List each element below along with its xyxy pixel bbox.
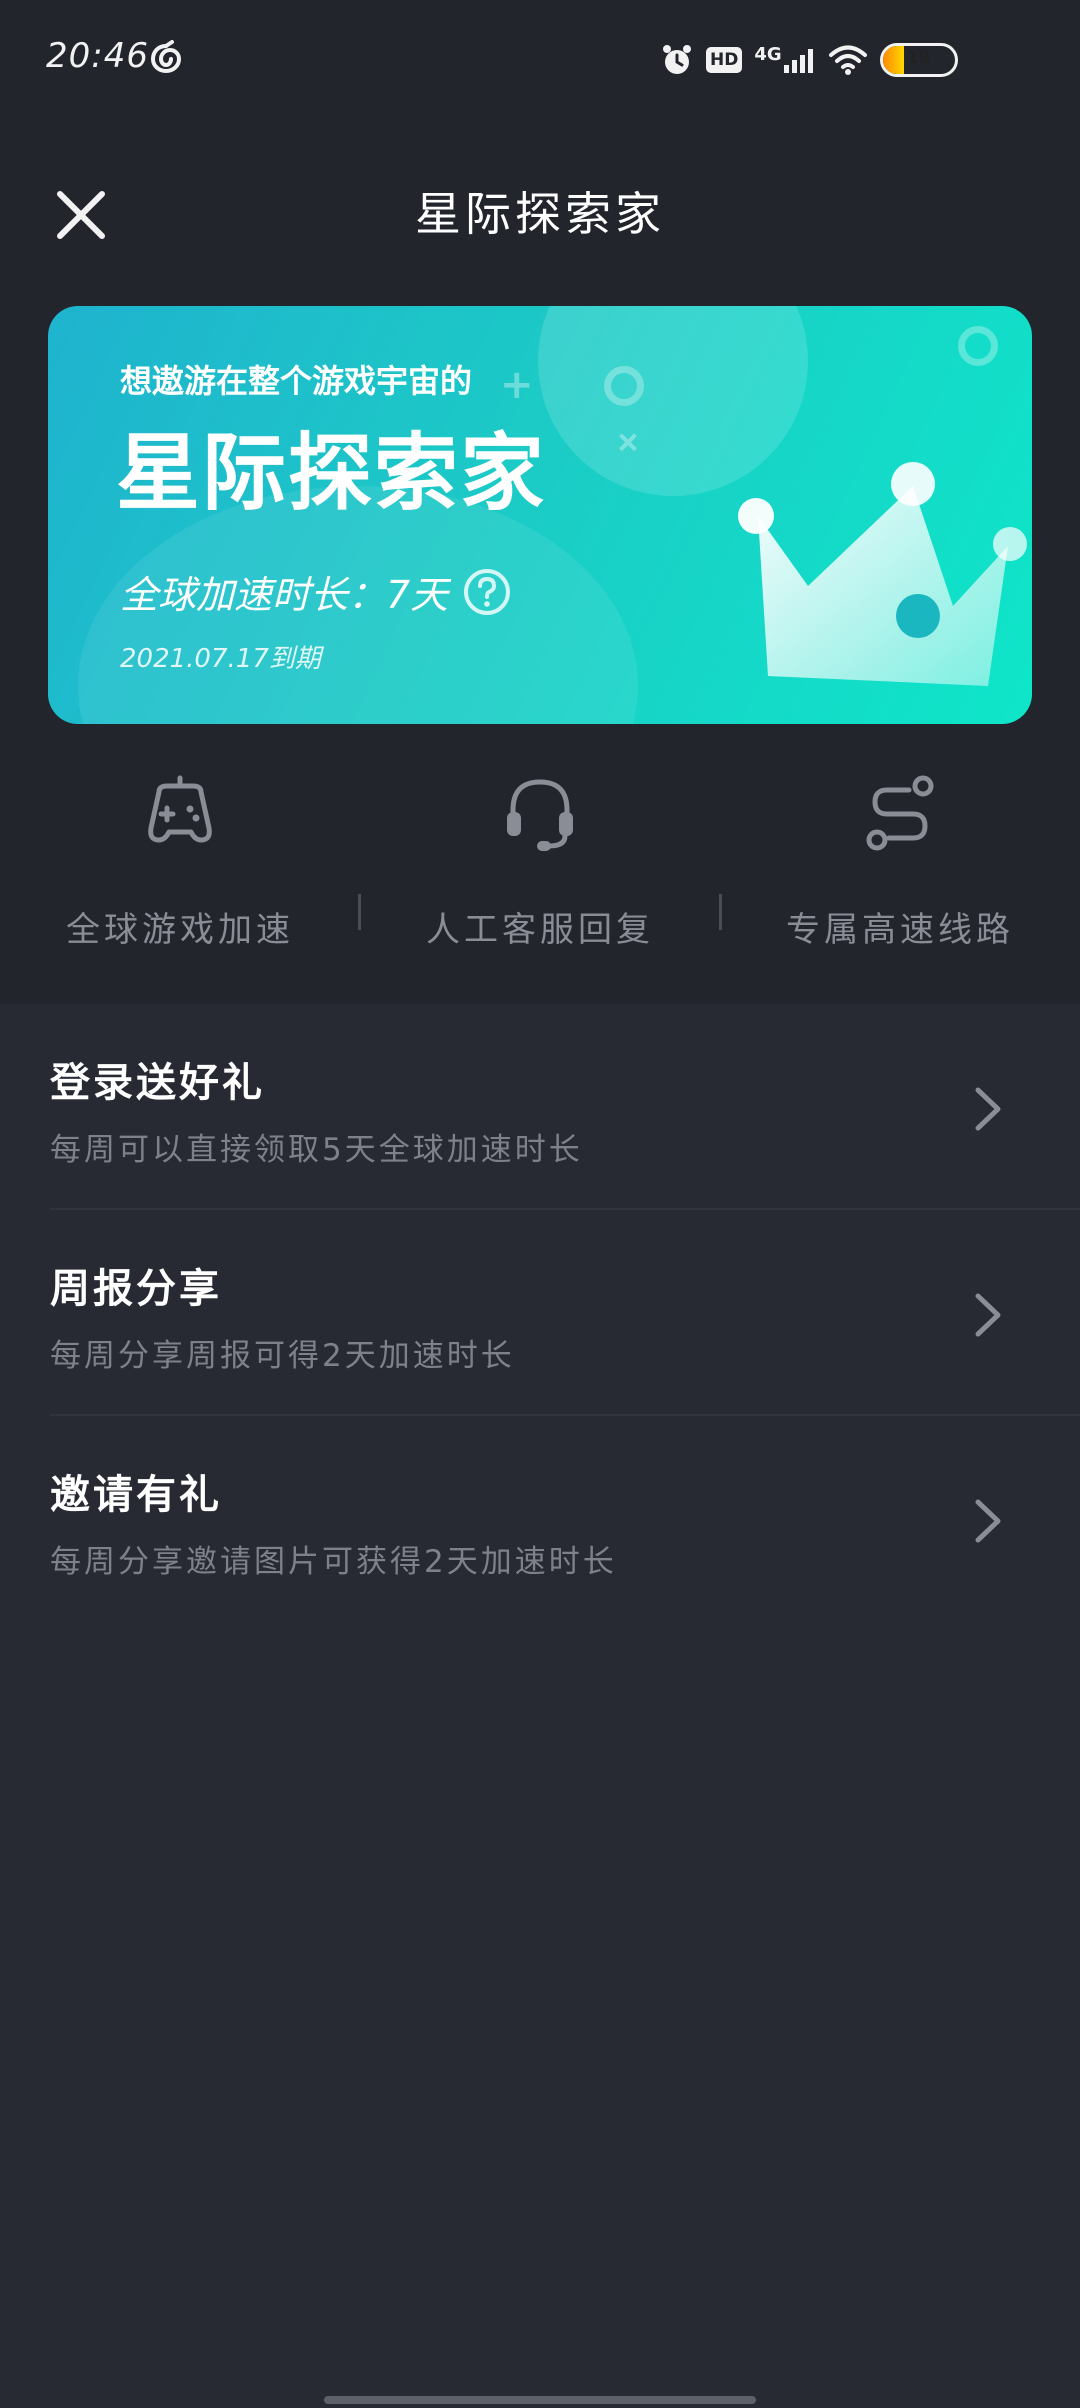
acceleration-duration: 全球加速时长：7天 (120, 564, 512, 619)
question-circle-icon[interactable] (462, 567, 512, 617)
feature-global-acceleration: 全球游戏加速 (0, 770, 360, 950)
page-title: 星际探索家 (415, 187, 665, 241)
alarm-clock-icon (663, 45, 691, 74)
wifi-icon (828, 45, 867, 75)
list-item-invite-gift[interactable]: 邀请有礼 每周分享邀请图片可获得2天加速时长 (0, 1416, 1080, 1622)
status-bar: 20:46 HD 4G 19 (0, 0, 1080, 120)
cell-signal: 4G (754, 44, 815, 73)
battery-indicator: 19 (879, 43, 958, 77)
status-time: 20:46 (46, 36, 149, 76)
chevron-right-icon (975, 1087, 1001, 1131)
ring-decoration (958, 326, 998, 366)
crown-icon (738, 462, 1027, 686)
list-item-login-gift[interactable]: 登录送好礼 每周可以直接领取5天全球加速时长 (0, 1004, 1080, 1210)
banner-subtitle: 想遨游在整个游戏宇宙的 (120, 362, 473, 400)
feature-label: 人工客服回复 (426, 910, 654, 950)
ring-decoration (604, 366, 644, 406)
battery-text: 19 (906, 48, 931, 68)
list-item-desc: 每周分享邀请图片可获得2天加速时长 (50, 1544, 617, 1580)
list-item-weekly-share[interactable]: 周报分享 每周分享周报可得2天加速时长 (0, 1210, 1080, 1416)
duration-text: 全球加速时长：7天 (120, 573, 449, 617)
feature-list: 全球游戏加速 人工客服回复 专属高速线路 (0, 770, 1080, 950)
list-item-title: 登录送好礼 (50, 1060, 265, 1106)
headset-icon (507, 779, 573, 851)
expiry-date: 2021.07.17到期 (120, 644, 321, 674)
route-icon (866, 775, 934, 851)
list-item-title: 邀请有礼 (50, 1472, 222, 1518)
chevron-right-icon (975, 1499, 1001, 1543)
weibo-swirl-icon (150, 40, 182, 74)
chevron-right-icon (975, 1293, 1001, 1337)
reward-list: 登录送好礼 每周可以直接领取5天全球加速时长 周报分享 每周分享周报可得2天加速… (0, 1004, 1080, 1622)
plus-decoration: + (500, 362, 534, 408)
header: 星际探索家 (0, 150, 1080, 270)
banner-title: 星际探索家 (116, 424, 547, 522)
list-item-desc: 每周分享周报可得2天加速时长 (50, 1338, 515, 1374)
feature-label: 专属高速线路 (786, 910, 1014, 950)
list-item-desc: 每周可以直接领取5天全球加速时长 (50, 1132, 583, 1168)
signal-bars-icon (783, 49, 813, 73)
home-indicator[interactable] (324, 2396, 756, 2404)
status-icons: HD 4G 19 (660, 38, 958, 82)
list-item-title: 周报分享 (50, 1266, 222, 1312)
feature-dedicated-route: 专属高速线路 (720, 770, 1080, 950)
membership-banner: + + 想遨游在整个游戏宇宙的 星际探索家 全球加速时长：7天 2021.07.… (48, 306, 1032, 724)
hd-badge: HD (706, 47, 743, 73)
feature-label: 全球游戏加速 (66, 910, 294, 950)
feature-customer-service: 人工客服回复 (360, 770, 720, 950)
network-label: 4G (754, 44, 782, 65)
gamepad-icon (148, 775, 212, 843)
